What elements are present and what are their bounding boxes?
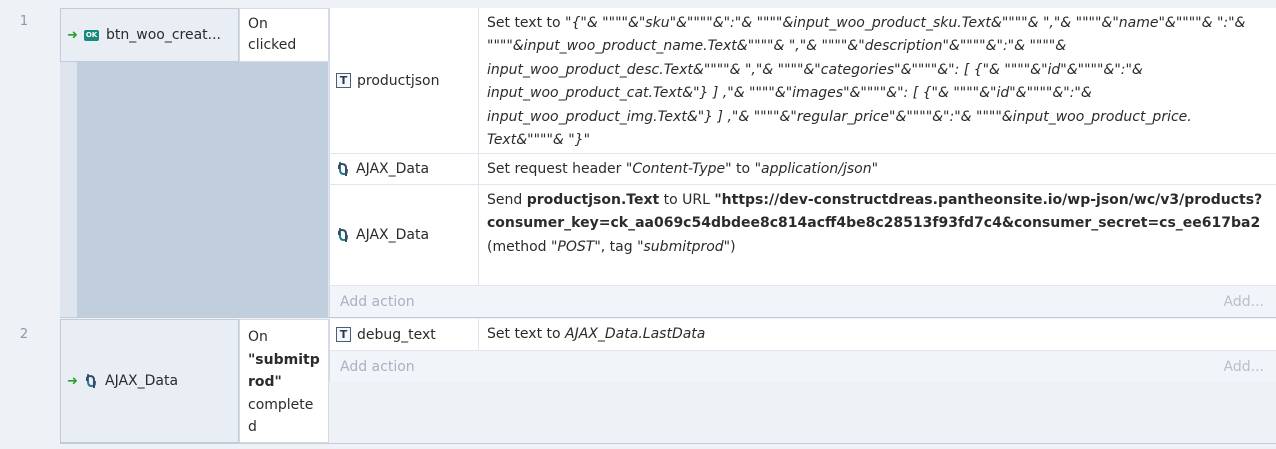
action-description[interactable]: Send productjson.Text to URL "https://de… (478, 185, 1276, 286)
action-object-cell[interactable]: T debug_text (329, 319, 478, 351)
condition-tag: "submitp rod" (248, 351, 320, 391)
action-object-name: AJAX_Data (356, 161, 430, 177)
event-number: 1 (19, 14, 29, 29)
button-ok-icon: OK (84, 29, 99, 41)
action-object-name: debug_text (357, 326, 436, 343)
condition-text-line: complete d (248, 396, 314, 436)
condition-text-line: On (248, 16, 268, 32)
text-object-icon: T (336, 327, 351, 342)
event-object-name: btn_woo_creat... (106, 27, 222, 43)
action-text: ) (730, 238, 736, 255)
action-text: (method (487, 238, 551, 255)
action-expression: "{"& """"&"sku"&""""&":"& """"&input_woo… (487, 15, 1246, 149)
header-value: "application/json" (754, 161, 879, 177)
condition-text-line: On (248, 329, 268, 345)
request-method: "POST" (550, 238, 601, 255)
text-object-icon: T (336, 73, 351, 88)
action-text: to URL (659, 192, 715, 208)
add-action-link[interactable]: Add action (340, 359, 415, 375)
condition-text-line: clicked (248, 37, 297, 53)
action-object-cell[interactable]: AJAX_Data (329, 154, 478, 185)
action-text: Set text to (487, 326, 566, 342)
add-action-row[interactable]: Add action Add... (329, 286, 1276, 317)
action-description[interactable]: Set request header "Content-Type" to "ap… (478, 154, 1276, 185)
event-blank-area (77, 62, 328, 317)
ajax-icon (338, 228, 348, 242)
event-object-name: AJAX_Data (105, 373, 179, 389)
action-object-name: AJAX_Data (356, 227, 430, 243)
add-more-link[interactable]: Add... (1224, 359, 1264, 375)
action-text: Set text to (487, 15, 566, 31)
action-object-cell[interactable]: AJAX_Data (329, 185, 478, 286)
event-number: 2 (19, 327, 29, 342)
event-condition-cell[interactable]: On "submitp rod" complete d (239, 319, 329, 443)
ajax-icon (86, 374, 96, 388)
action-description[interactable]: Set text to AJAX_Data.LastData (478, 319, 1276, 351)
action-object-cell[interactable]: T productjson (329, 8, 478, 154)
ajax-icon (338, 162, 348, 176)
action-text: , tag (600, 238, 638, 255)
add-action-row[interactable]: Add action Add... (329, 351, 1276, 382)
event-condition-cell[interactable]: On clicked (239, 8, 329, 62)
action-expression: AJAX_Data.LastData (565, 326, 706, 342)
action-text: Send (487, 192, 527, 208)
event-object-cell[interactable]: ➜ OK btn_woo_creat... (60, 8, 239, 62)
add-more-link[interactable]: Add... (1224, 294, 1264, 310)
event-object-cell[interactable]: ➜ AJAX_Data (60, 319, 239, 443)
action-text: Set request header (487, 161, 626, 177)
send-data: productjson.Text (526, 192, 660, 208)
action-text: to (731, 161, 755, 177)
request-tag: "submitprod" (637, 238, 731, 255)
trigger-arrow-icon: ➜ (67, 27, 78, 43)
action-object-name: productjson (357, 72, 440, 89)
action-description[interactable]: Set text to "{"& """"&"sku"&""""&":"& ""… (478, 8, 1276, 154)
trigger-arrow-icon: ➜ (67, 373, 78, 389)
header-name: "Content-Type" (625, 161, 732, 177)
add-action-link[interactable]: Add action (340, 294, 415, 310)
